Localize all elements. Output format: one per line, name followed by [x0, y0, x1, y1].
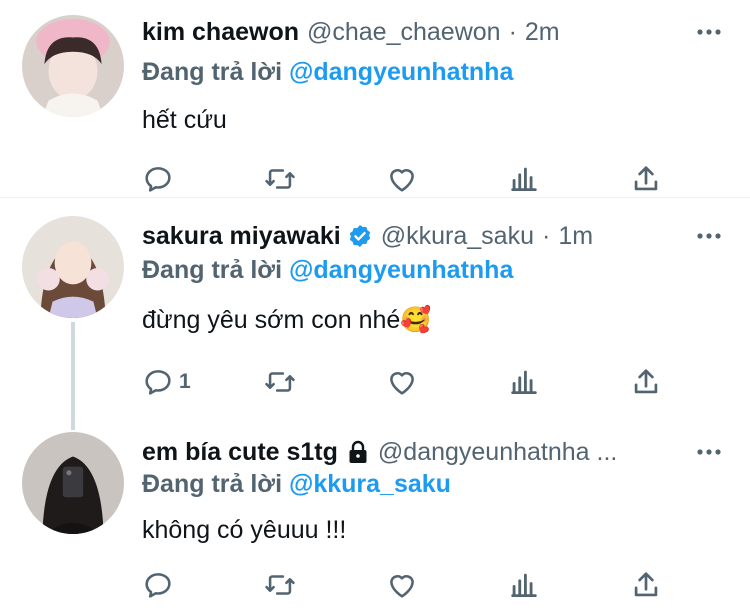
separator-dot: · — [541, 221, 551, 250]
display-name[interactable]: kim chaewon — [142, 18, 299, 47]
share-icon — [634, 369, 658, 394]
verified-badge-icon — [349, 224, 370, 248]
action-bar — [142, 162, 682, 196]
like-button[interactable] — [385, 162, 419, 196]
share-button[interactable] — [629, 365, 663, 399]
timestamp[interactable]: 2m — [525, 18, 560, 47]
tweet-text: đừng yêu sớm con nhé🥰 — [142, 306, 432, 334]
heart-icon — [390, 575, 414, 598]
lock-icon — [349, 440, 367, 463]
more-icon[interactable] — [694, 226, 724, 246]
heart-icon — [390, 169, 414, 192]
reply-count: 1 — [179, 370, 191, 393]
replying-to: Đang trả lời @kkura_saku — [142, 470, 451, 499]
user-handle[interactable]: @chae_chaewon — [307, 18, 501, 47]
tweet-sakura-miyawaki[interactable]: sakura miyawaki @kkura_saku · 1m Đang tr… — [0, 216, 750, 411]
tweet-em-bia-cute[interactable]: em bía cute s1tg @dangyeunhatnha ... Đan… — [0, 432, 750, 615]
user-handle[interactable]: @dangyeunhatnha ... — [378, 438, 617, 467]
like-button[interactable] — [385, 568, 419, 602]
views-button[interactable] — [507, 365, 541, 399]
display-name[interactable]: sakura miyawaki — [142, 222, 341, 251]
replying-label: Đang trả lời — [142, 470, 283, 498]
views-button[interactable] — [507, 162, 541, 196]
reply-button[interactable] — [141, 162, 175, 196]
like-button[interactable] — [385, 365, 419, 399]
retweet-icon — [265, 372, 295, 392]
avatar[interactable] — [22, 15, 124, 117]
replying-to-handle[interactable]: @dangyeunhatnha — [289, 58, 513, 86]
retweet-icon — [265, 575, 295, 595]
replying-to-handle[interactable]: @kkura_saku — [289, 470, 451, 498]
reply-button[interactable] — [141, 568, 175, 602]
replying-to: Đang trả lời @dangyeunhatnha — [142, 256, 513, 285]
more-icon[interactable] — [694, 22, 724, 42]
timestamp[interactable]: 1m — [558, 222, 593, 251]
tweet-kim-chaewon[interactable]: kim chaewon @chae_chaewon · 2m Đang trả … — [0, 12, 750, 197]
divider — [0, 197, 750, 198]
reply-icon — [145, 370, 171, 395]
share-button[interactable] — [629, 162, 663, 196]
views-icon — [511, 370, 537, 395]
views-icon — [511, 573, 537, 598]
tweet-text: hết cứu — [142, 106, 227, 134]
replying-to-handle[interactable]: @dangyeunhatnha — [289, 256, 513, 284]
views-button[interactable] — [507, 568, 541, 602]
replying-to: Đang trả lời @dangyeunhatnha — [142, 58, 513, 87]
action-bar — [142, 568, 682, 602]
share-icon — [634, 166, 658, 191]
share-icon — [634, 572, 658, 597]
replying-label: Đang trả lời — [142, 256, 283, 284]
separator-dot: · — [508, 17, 517, 46]
action-bar: 1 — [142, 365, 682, 399]
retweet-button[interactable] — [263, 162, 297, 196]
avatar[interactable] — [22, 216, 124, 318]
heart-icon — [390, 372, 414, 395]
views-icon — [511, 167, 537, 192]
reply-icon — [145, 167, 171, 192]
retweet-button[interactable] — [263, 365, 297, 399]
display-name[interactable]: em bía cute s1tg — [142, 438, 338, 467]
retweet-button[interactable] — [263, 568, 297, 602]
reply-button[interactable]: 1 — [141, 365, 191, 399]
replying-label: Đang trả lời — [142, 58, 283, 86]
reply-icon — [145, 573, 171, 598]
avatar[interactable] — [22, 432, 124, 534]
share-button[interactable] — [629, 568, 663, 602]
tweet-text: không có yêuuu !!! — [142, 516, 347, 544]
retweet-icon — [265, 169, 295, 189]
more-icon[interactable] — [694, 442, 724, 462]
user-handle[interactable]: @kkura_saku — [381, 222, 534, 251]
